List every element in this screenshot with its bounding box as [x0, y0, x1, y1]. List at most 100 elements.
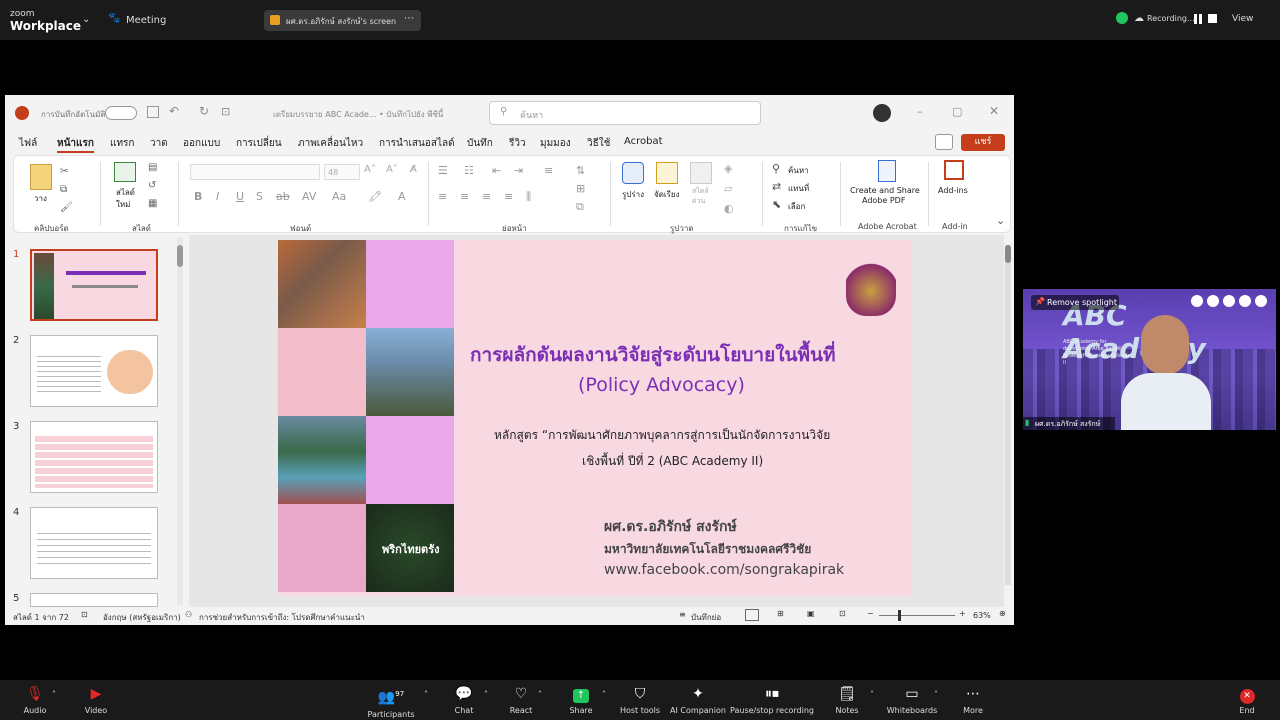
chevron-down-icon[interactable]: ⌄	[82, 14, 90, 25]
find-icon[interactable]: ⚲	[772, 162, 780, 175]
select-icon[interactable]: ⬉	[772, 198, 781, 211]
quick-styles-icon[interactable]	[690, 162, 712, 184]
close-icon[interactable]: ✕	[989, 104, 999, 118]
slideshow-icon[interactable]: ⊡	[839, 609, 846, 618]
italic-icon[interactable]: I	[216, 190, 219, 203]
font-size-select[interactable]: 48	[324, 164, 360, 180]
new-slide-label-2[interactable]: ใหม่	[116, 198, 130, 211]
notes-button[interactable]: บันทึกย่อ	[691, 611, 721, 624]
tab-record[interactable]: บันทึก	[467, 136, 493, 151]
shape-fill-icon[interactable]: ◈	[724, 162, 732, 175]
zoom-level[interactable]: 63%	[973, 611, 991, 620]
addins-icon[interactable]	[944, 160, 964, 180]
chevron-up-icon[interactable]: ˄	[424, 690, 428, 699]
autosave-toggle[interactable]	[105, 106, 137, 120]
create-pdf-icon[interactable]	[878, 160, 896, 182]
bullets-icon[interactable]: ☰	[438, 164, 448, 177]
format-painter-icon[interactable]: 🖌	[60, 202, 73, 213]
strikethrough-icon[interactable]: ab	[276, 190, 290, 203]
chevron-up-icon[interactable]: ˄	[870, 690, 874, 699]
section-icon[interactable]: ▦	[148, 198, 157, 209]
more-dots-icon[interactable]: ⋯	[404, 13, 414, 24]
accessibility-label[interactable]: การช่วยสำหรับการเข้าถึง: โปรดศึกษาคำแนะน…	[199, 611, 365, 624]
columns-icon[interactable]: ⫼	[526, 190, 531, 204]
create-pdf-label[interactable]: Create and Share	[850, 186, 920, 195]
tab-review[interactable]: รีวิว	[509, 136, 526, 151]
chevron-up-icon[interactable]: ˄	[52, 690, 56, 699]
zoom-slider-thumb[interactable]	[898, 610, 901, 621]
grow-font-icon[interactable]: A˄	[364, 164, 376, 175]
align-text-icon[interactable]: ⊞	[576, 182, 585, 195]
arrange-label[interactable]: จัดเรียง	[654, 188, 680, 201]
audio-button[interactable]: 🎙 Audio	[0, 682, 70, 715]
redo-icon[interactable]: ↻	[199, 104, 209, 118]
line-spacing-icon[interactable]: ≡	[544, 164, 553, 177]
tab-insert[interactable]: แทรก	[110, 136, 134, 151]
participants-button[interactable]: 👥97 Participants	[356, 682, 426, 719]
current-slide[interactable]: พริกไทยตรัง การผลักดันผลงานวิจัยสู่ระดับ…	[278, 240, 912, 596]
clear-format-icon[interactable]: A̸	[410, 164, 417, 175]
justify-icon[interactable]: ≡	[504, 190, 513, 203]
thumbnail-slide-4[interactable]	[30, 507, 158, 579]
create-pdf-label-2[interactable]: Adobe PDF	[862, 196, 905, 205]
arrange-icon[interactable]	[656, 162, 678, 184]
save-icon[interactable]	[147, 106, 159, 118]
more-button[interactable]: ⋯ More	[938, 682, 1008, 715]
increase-indent-icon[interactable]: ⇥	[514, 164, 523, 177]
screen-share-pill[interactable]: ผศ.ดร.อภิรักษ์ สงรักษ์'s screen ⋯	[264, 10, 421, 31]
underline-icon[interactable]: U	[236, 190, 244, 203]
zoom-in-icon[interactable]: +	[959, 609, 966, 618]
view-button[interactable]: View	[1232, 14, 1253, 24]
language-label[interactable]: อังกฤษ (สหรัฐอเมริกา)	[103, 611, 181, 624]
thumbnail-slide-1[interactable]	[30, 249, 158, 321]
tab-help[interactable]: วิธีใช้	[587, 136, 610, 151]
thumbnail-scrollbar[interactable]	[177, 237, 183, 605]
remove-spotlight-button[interactable]: 📌 Remove spotlight	[1031, 295, 1119, 310]
copy-icon[interactable]: ⧉	[60, 184, 67, 195]
minimize-icon[interactable]: –	[917, 105, 923, 118]
addins-label[interactable]: Add-ins	[938, 186, 968, 195]
reset-icon[interactable]: ↺	[148, 180, 156, 191]
tab-slideshow[interactable]: การนำเสนอสไลด์	[379, 136, 455, 151]
decrease-indent-icon[interactable]: ⇤	[492, 164, 501, 177]
fit-slide-icon[interactable]: ⊕	[999, 609, 1006, 618]
accessibility-icon[interactable]: ⚇	[185, 610, 192, 619]
normal-view-icon[interactable]	[745, 609, 759, 621]
tab-view[interactable]: มุมมอง	[540, 136, 571, 151]
paste-icon[interactable]	[30, 164, 52, 190]
layout-icon[interactable]: ▤	[148, 162, 157, 173]
tab-transitions[interactable]: การเปลี่ยน	[236, 136, 282, 151]
undo-icon[interactable]: ↶	[169, 104, 179, 118]
new-slide-icon[interactable]	[114, 162, 136, 182]
bold-icon[interactable]: B	[194, 190, 202, 203]
zoom-slider[interactable]	[879, 615, 955, 616]
tab-file[interactable]: ไฟล์	[19, 136, 37, 151]
shape-effects-icon[interactable]: ◐	[724, 202, 734, 215]
thumbnail-scroll-thumb[interactable]	[177, 245, 183, 267]
paste-label[interactable]: วาง	[34, 192, 47, 205]
quick-styles-label-2[interactable]: ด่วน	[692, 196, 705, 207]
highlight-icon[interactable]: 🖍	[368, 190, 382, 203]
numbering-icon[interactable]: ☷	[464, 164, 474, 177]
present-icon[interactable]: ⊡	[221, 105, 230, 118]
font-family-select[interactable]	[190, 164, 320, 180]
align-right-icon[interactable]: ≡	[482, 190, 491, 203]
end-button[interactable]: ✕ End	[1212, 682, 1280, 715]
thumbnail-slide-2[interactable]	[30, 335, 158, 407]
canvas-scrollbar[interactable]	[1005, 245, 1011, 585]
tab-home[interactable]: หน้าแรก	[57, 136, 94, 153]
recording-button[interactable]: ⏸⏹ Pause/stop recording	[728, 682, 816, 715]
canvas-scroll-thumb[interactable]	[1005, 245, 1011, 263]
thumbnail-slide-5[interactable]	[30, 593, 158, 607]
shape-outline-icon[interactable]: ▱	[724, 182, 732, 195]
case-icon[interactable]: Aa	[332, 190, 346, 203]
replace-icon[interactable]: ⇄	[772, 180, 781, 193]
reading-view-icon[interactable]: ▣	[807, 609, 815, 618]
text-direction-icon[interactable]: ⇅	[576, 164, 585, 177]
chevron-up-icon[interactable]: ˄	[538, 690, 542, 699]
notes-icon[interactable]: ≡	[679, 610, 686, 619]
pause-icon[interactable]	[1194, 14, 1202, 24]
spellcheck-icon[interactable]: ⊡	[81, 610, 88, 619]
cut-icon[interactable]: ✂	[60, 166, 68, 177]
shadow-icon[interactable]: S	[256, 190, 263, 203]
